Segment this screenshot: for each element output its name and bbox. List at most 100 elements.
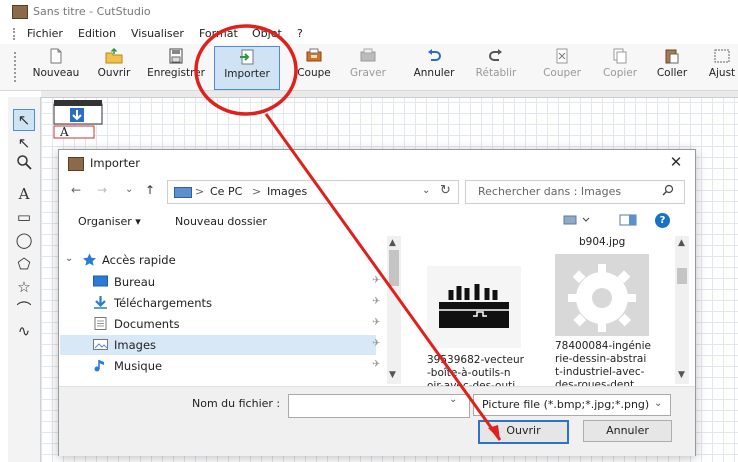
download-arrow-icon (94, 296, 107, 309)
filename-dropdown-chevron-icon[interactable]: ⌄ (449, 394, 457, 405)
undo-button[interactable]: Annuler (408, 46, 460, 88)
nav-item-musique[interactable]: Musique ✈ (60, 356, 380, 376)
close-icon[interactable]: ✕ (665, 153, 687, 171)
redo-button[interactable]: Rétablir (470, 46, 522, 88)
dialog-nav-row: ← → ⌄ ↑ > Ce PC > Images ⌄ ↻ Rechercher … (59, 176, 695, 206)
this-pc-icon (174, 187, 192, 198)
search-input[interactable]: Rechercher dans : Images (465, 180, 685, 204)
menu-visualiser[interactable]: Visualiser (131, 27, 184, 40)
polygon-tool-icon[interactable]: ⬠ (14, 254, 34, 274)
cancel-button[interactable]: Annuler (583, 420, 672, 442)
paste-icon (665, 49, 679, 64)
scroll-down-icon[interactable]: ▼ (389, 370, 396, 380)
rectangle-tool-icon[interactable]: ▭ (14, 207, 34, 227)
dialog-footer: Nom du fichier : ⌄ Picture file (*.bmp;*… (59, 386, 695, 456)
up-arrow-icon[interactable]: ↑ (145, 183, 155, 197)
nav-item-quick-access[interactable]: ⌄ Accès rapide (60, 250, 376, 270)
save-button[interactable]: Enregistrer (144, 46, 208, 88)
pin-icon[interactable]: ✈ (372, 296, 380, 307)
scroll-up-icon[interactable]: ▲ (678, 238, 685, 248)
music-note-icon (94, 360, 104, 372)
nav-pane-scrollbar[interactable]: ▲ ▼ (387, 236, 401, 384)
preview-text-label: A (60, 125, 69, 139)
caption-line: t-industriel-avec- (555, 366, 645, 378)
main-toolbar: Nouveau Ouvrir Enregistrer Importer Coup… (0, 44, 738, 91)
cut-icon (556, 48, 568, 64)
pin-icon[interactable]: ✈ (372, 275, 380, 286)
arc-tool-icon[interactable]: ⌒ (14, 299, 34, 319)
copy-icon (613, 48, 627, 64)
address-bar[interactable]: > Ce PC > Images ⌄ ↻ (167, 180, 459, 204)
address-dropdown-chevron-icon[interactable]: ⌄ (422, 185, 430, 196)
undo-button-label: Annuler (413, 67, 455, 79)
breadcrumb-separator: > (195, 185, 205, 198)
import-button-label: Importer (224, 68, 270, 80)
open-folder-icon (105, 48, 123, 64)
cut-button[interactable]: Couper (538, 46, 586, 88)
tool-palette: ↖ ↖ A ▭ ◯ ⬠ ☆ ⌒ ∿ (8, 97, 41, 462)
back-arrow-icon[interactable]: ← (71, 183, 81, 197)
nav-item-images[interactable]: Images ✈ (60, 335, 380, 355)
preview-pane-icon[interactable] (619, 214, 637, 229)
pin-icon[interactable]: ✈ (372, 338, 380, 349)
dialog-app-icon (68, 157, 84, 171)
recent-locations-chevron-icon[interactable]: ⌄ (125, 184, 133, 195)
view-options-icon[interactable] (563, 214, 593, 229)
forward-arrow-icon[interactable]: → (97, 183, 107, 197)
nav-item-documents[interactable]: Documents ✈ (60, 314, 380, 334)
menu-bar: Fichier Edition Visualiser Format Objet … (0, 24, 738, 44)
text-tool-icon[interactable]: A (14, 184, 34, 204)
file-list-scrollbar[interactable]: ▲ ▼ (675, 236, 689, 384)
filename-input[interactable] (288, 394, 470, 418)
pin-icon[interactable]: ✈ (372, 359, 380, 370)
engrave-button[interactable]: Graver (346, 46, 390, 88)
quick-access-star-icon (83, 253, 96, 266)
open-button[interactable]: Ouvrir (92, 46, 136, 88)
pin-icon[interactable]: ✈ (372, 317, 380, 328)
ellipse-tool-icon[interactable]: ◯ (14, 230, 34, 250)
menu-objet[interactable]: Objet (252, 27, 282, 40)
paste-button-label: Coller (656, 67, 688, 79)
help-icon[interactable]: ? (655, 213, 670, 228)
new-button[interactable]: Nouveau (28, 46, 84, 88)
fit-button[interactable]: Ajust (706, 46, 738, 88)
new-folder-button[interactable]: Nouveau dossier (175, 215, 267, 228)
paste-button[interactable]: Coller (650, 46, 694, 88)
dialog-titlebar: Importer ✕ (59, 150, 695, 176)
curve-tool-icon[interactable]: ∿ (14, 321, 34, 341)
refresh-icon[interactable]: ↻ (440, 183, 451, 198)
cut-machine-button[interactable]: Coupe (292, 46, 336, 88)
nav-item-bureau[interactable]: Bureau ✈ (60, 272, 380, 292)
nav-item-telechargements[interactable]: Téléchargements ✈ (60, 293, 380, 313)
dialog-title: Importer (90, 156, 140, 170)
node-edit-icon[interactable]: ↖ (14, 133, 34, 153)
star-tool-icon[interactable]: ☆ (14, 277, 34, 297)
import-button[interactable]: Importer (214, 46, 280, 90)
menu-fichier[interactable]: Fichier (27, 27, 63, 40)
expand-chevron-icon[interactable]: ⌄ (65, 253, 73, 264)
scroll-thumb[interactable] (389, 250, 399, 286)
breadcrumb-images[interactable]: Images (267, 185, 307, 198)
select-arrow-icon[interactable]: ↖ (13, 109, 35, 131)
breadcrumb-this-pc[interactable]: Ce PC (210, 185, 242, 198)
file-type-select[interactable]: Picture file (*.bmp;*.jpg;*.png) ⌄ (473, 394, 671, 416)
menu-format[interactable]: Format (199, 27, 238, 40)
documents-icon (94, 317, 107, 330)
save-icon (169, 48, 183, 64)
import-icon (240, 49, 254, 65)
organize-button[interactable]: Organiser ▾ (78, 215, 141, 228)
engrave-button-label: Graver (350, 67, 386, 79)
fit-button-label: Ajust (708, 67, 736, 79)
nav-item-label: Téléchargements (114, 296, 213, 310)
scroll-down-icon[interactable]: ▼ (678, 370, 685, 380)
breadcrumb-separator: > (252, 185, 262, 198)
menu-edition[interactable]: Edition (78, 27, 116, 40)
menu-help[interactable]: ? (297, 27, 303, 40)
copy-button[interactable]: Copier (596, 46, 644, 88)
chevron-down-icon: ⌄ (654, 398, 663, 409)
open-button-dialog[interactable]: Ouvrir (478, 420, 569, 444)
zoom-icon[interactable] (14, 154, 34, 174)
nav-item-label: Images (114, 338, 157, 352)
scroll-up-icon[interactable]: ▲ (389, 238, 396, 248)
scroll-thumb[interactable] (677, 268, 687, 284)
